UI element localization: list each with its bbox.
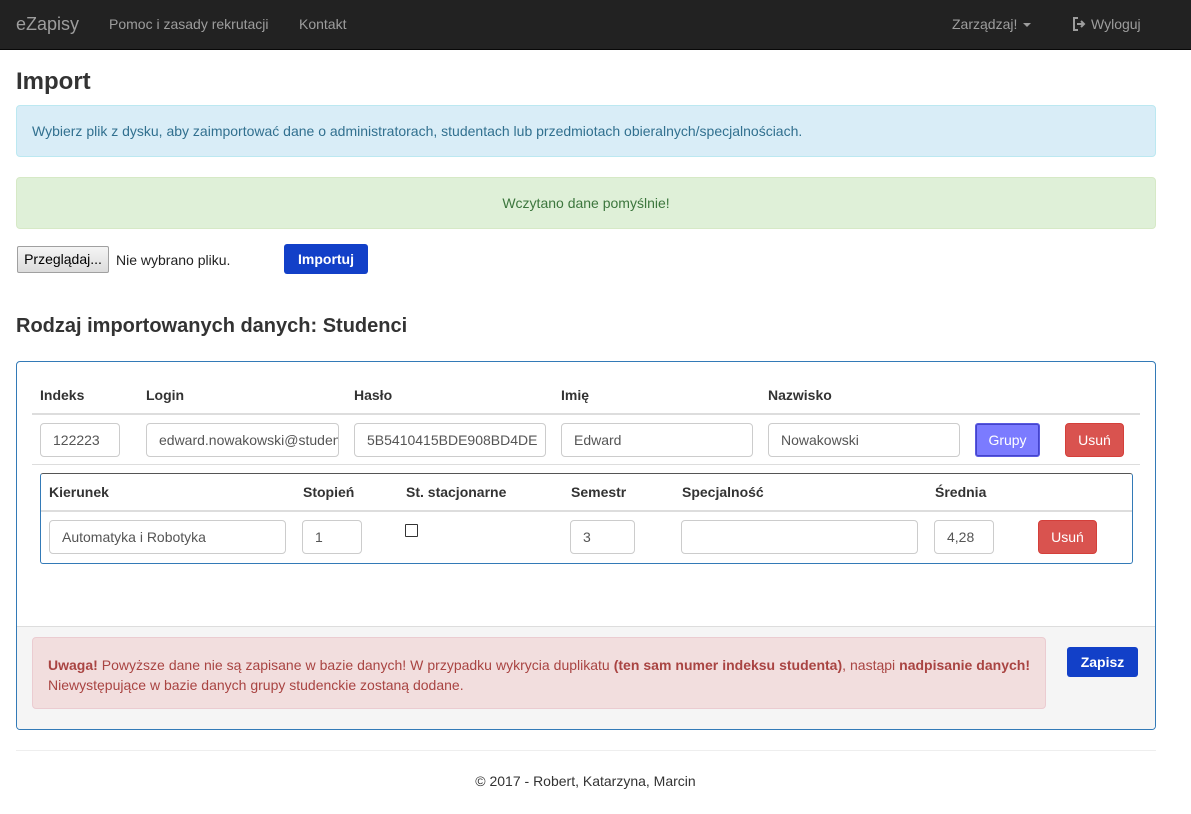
footer-copyright: © 2017 - Robert, Katarzyna, Marcin (475, 773, 696, 789)
browse-file-button[interactable]: Przeglądaj... (17, 246, 109, 273)
panel-footer: Uwaga! Powyższe dane nie są zapisane w b… (17, 626, 1155, 729)
index-input[interactable]: 122223 (40, 423, 120, 457)
warning-duplicate: (ten sam numer indeksu studenta) (613, 657, 843, 673)
brand-link[interactable]: eZapisy (16, 14, 79, 35)
full-time-checkbox[interactable] (405, 524, 418, 537)
header-degree: Stopień (303, 484, 355, 500)
login-input[interactable]: edward.nowakowski@student.pwr.edu.pl (146, 423, 339, 457)
warning-text-1: Powyższe dane nie są zapisane w bazie da… (97, 657, 614, 673)
footer-divider (16, 750, 1156, 751)
save-button[interactable]: Zapisz (1067, 647, 1138, 677)
remove-student-button[interactable]: Usuń (1065, 423, 1124, 457)
warning-text-2: , nastąpi (842, 657, 900, 673)
field-input[interactable]: Automatyka i Robotyka (49, 520, 286, 554)
import-button[interactable]: Importuj (284, 244, 368, 274)
average-input[interactable]: 4,28 (934, 520, 994, 554)
header-full-time: St. stacjonarne (406, 484, 507, 500)
header-index: Indeks (40, 387, 85, 403)
password-input[interactable]: 5B5410415BDE908BD4DE (354, 423, 546, 457)
section-title: Rodzaj importowanych danych: Studenci (16, 315, 408, 337)
caret-down-icon (1023, 23, 1032, 28)
header-divider (32, 413, 1140, 415)
header-specialization: Specjalność (682, 484, 764, 500)
manage-label: Zarządzaj! (952, 16, 1018, 32)
header-last-name: Nazwisko (768, 387, 832, 403)
file-status-text: Nie wybrano pliku. (116, 252, 231, 268)
row-divider (32, 464, 1140, 465)
manage-dropdown[interactable]: Zarządzaj! (952, 16, 1032, 32)
warning-alert: Uwaga! Powyższe dane nie są zapisane w b… (32, 637, 1046, 709)
study-header-divider (41, 510, 1132, 512)
remove-study-button[interactable]: Usuń (1038, 520, 1097, 554)
page-title: Import (16, 68, 91, 95)
warning-label: Uwaga! (48, 657, 98, 673)
first-name-input[interactable]: Edward (561, 423, 753, 457)
header-first-name: Imię (561, 387, 590, 403)
nav-link-contact[interactable]: Kontakt (299, 16, 346, 32)
logout-link[interactable]: Wyloguj (1072, 16, 1141, 32)
semester-input[interactable]: 3 (570, 520, 635, 554)
specialization-input[interactable] (681, 520, 918, 554)
groups-button[interactable]: Grupy (975, 423, 1040, 457)
logout-label: Wyloguj (1091, 16, 1141, 32)
nav-link-help[interactable]: Pomoc i zasady rekrutacji (109, 16, 269, 32)
header-average: Średnia (935, 484, 987, 500)
navbar: eZapisy Pomoc i zasady rekrutacji Kontak… (0, 0, 1191, 50)
header-semester: Semestr (571, 484, 627, 500)
success-alert: Wczytano dane pomyślnie! (16, 177, 1156, 229)
degree-input[interactable]: 1 (302, 520, 362, 554)
import-panel: Indeks Login Hasło Imię Nazwisko 122223 … (16, 361, 1156, 730)
header-password: Hasło (354, 387, 393, 403)
warning-text-3: Niewystępujące w bazie danych grupy stud… (48, 677, 464, 693)
last-name-input[interactable]: Nowakowski (768, 423, 960, 457)
header-login: Login (146, 387, 185, 403)
logout-icon (1073, 17, 1086, 31)
info-alert: Wybierz plik z dysku, aby zaimportować d… (16, 105, 1156, 157)
header-field: Kierunek (49, 484, 109, 500)
study-table: Kierunek Stopień St. stacjonarne Semestr… (40, 473, 1133, 564)
warning-overwrite: nadpisanie danych! (899, 657, 1030, 673)
